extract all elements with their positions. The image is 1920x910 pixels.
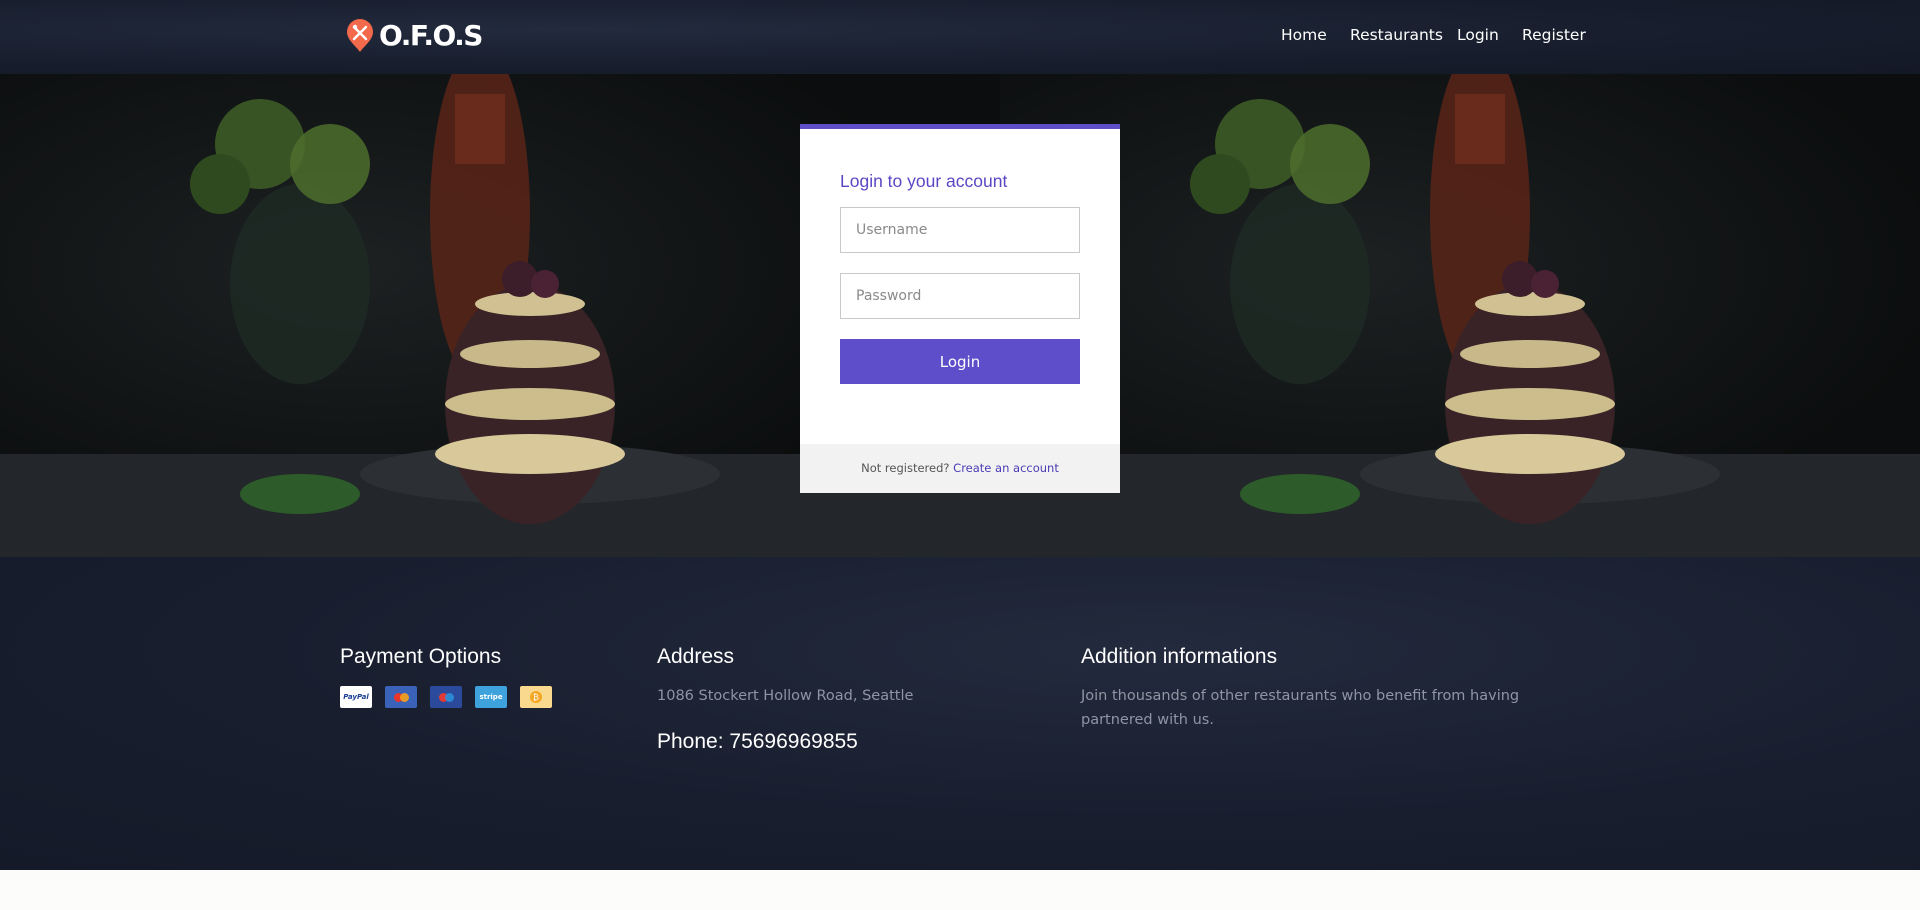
create-account-link[interactable]: Create an account	[953, 461, 1059, 475]
maestro-icon	[430, 686, 462, 708]
login-card-footer: Not registered? Create an account	[800, 444, 1120, 493]
additional-text: Join thousands of other restaurants who …	[1081, 688, 1520, 728]
additional-info-section: Addition informations Join thousands of …	[1081, 645, 1571, 732]
nav-register[interactable]: Register	[1522, 24, 1586, 46]
address-section: Address 1086 Stockert Hollow Road, Seatt…	[657, 645, 913, 754]
site-footer: Payment Options PayPal stripe ₿ Address …	[0, 557, 1920, 870]
nav-restaurants[interactable]: Restaurants	[1350, 24, 1443, 46]
login-card: Login to your account Login Not register…	[800, 124, 1120, 493]
username-input[interactable]	[840, 207, 1080, 253]
payment-options-section: Payment Options PayPal stripe ₿	[340, 645, 552, 708]
phone-number: Phone: 75696969855	[657, 730, 858, 753]
nav-login[interactable]: Login	[1457, 24, 1499, 46]
site-header: O.F.O.S Home Restaurants Login Register	[0, 0, 1920, 74]
svg-text:₿: ₿	[533, 693, 539, 702]
page-bottom-strip	[0, 870, 1920, 910]
login-title: Login to your account	[840, 171, 1008, 191]
hero-food-image-repeat	[1000, 74, 1920, 557]
payment-icons: PayPal stripe ₿	[340, 686, 552, 708]
bitcoin-icon: ₿	[520, 686, 552, 708]
additional-heading: Addition informations	[1081, 645, 1278, 668]
nav-home[interactable]: Home	[1281, 24, 1327, 46]
address-heading: Address	[657, 645, 735, 668]
stripe-icon: stripe	[475, 686, 507, 708]
not-registered-text: Not registered?	[861, 461, 950, 475]
paypal-icon: PayPal	[340, 686, 372, 708]
password-input[interactable]	[840, 273, 1080, 319]
mastercard-icon	[385, 686, 417, 708]
main-nav: Home Restaurants Login Register	[0, 24, 1920, 46]
login-button[interactable]: Login	[840, 339, 1080, 384]
address-line: 1086 Stockert Hollow Road, Seattle	[657, 688, 914, 704]
payment-heading: Payment Options	[340, 645, 502, 668]
